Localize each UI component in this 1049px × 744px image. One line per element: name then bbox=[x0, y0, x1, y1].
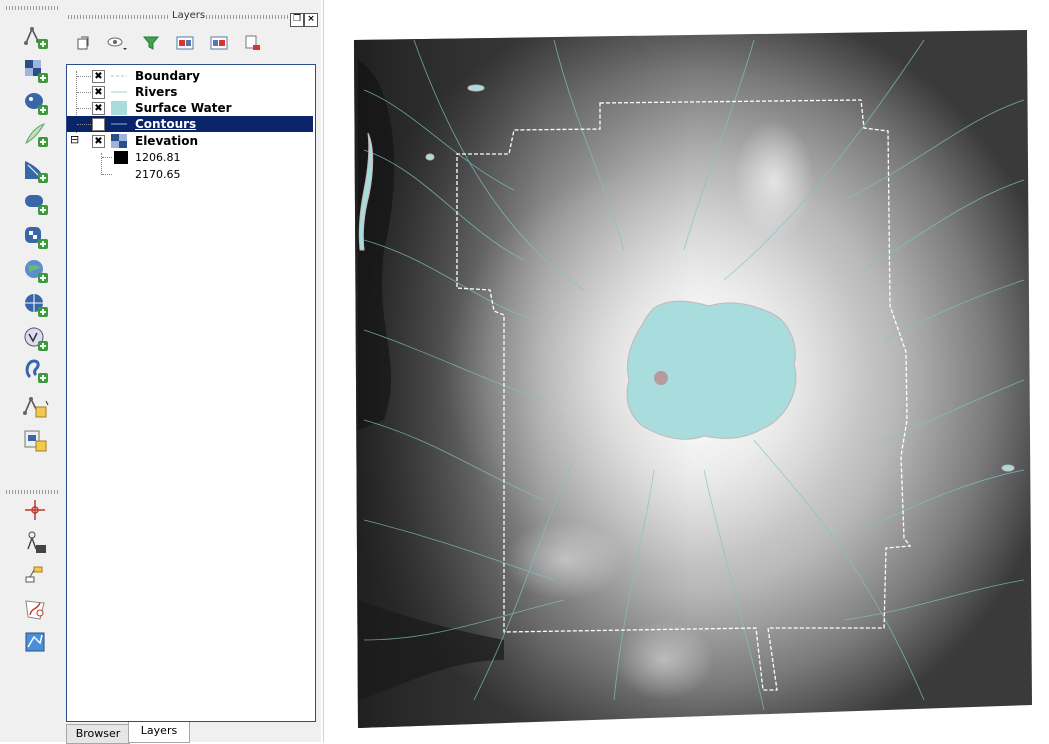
georeferencer-icon bbox=[25, 500, 45, 520]
new-vector-layer-icon bbox=[24, 27, 48, 49]
filter-legend-button[interactable] bbox=[140, 32, 162, 54]
digitize-button[interactable] bbox=[20, 596, 52, 626]
dock-tabs: Browser Layers bbox=[66, 722, 316, 744]
add-wms-layer-button[interactable] bbox=[20, 222, 52, 252]
float-button[interactable]: ❐ bbox=[290, 13, 304, 27]
add-wfs-layer-icon bbox=[25, 294, 48, 317]
layer-checkbox-surface-water[interactable]: ✖ bbox=[92, 102, 105, 115]
eye-icon bbox=[107, 37, 127, 50]
line-symbol-icon bbox=[111, 117, 127, 131]
legend-swatch-low bbox=[114, 151, 128, 164]
add-gpx-layer-button[interactable] bbox=[20, 356, 52, 386]
new-shapefile-layer-icon bbox=[23, 397, 49, 418]
layers-panel: Layers ❐ × ✖ Boundary ✖ Rivers ✖ Surface… bbox=[64, 0, 321, 744]
layers-tree[interactable]: ✖ Boundary ✖ Rivers ✖ Surface Water Cont… bbox=[66, 64, 316, 722]
remove-layer-button[interactable] bbox=[242, 32, 264, 54]
panel-titlebar: Layers bbox=[64, 8, 321, 24]
add-raster-layer-icon bbox=[25, 60, 48, 83]
measure-tool-button[interactable] bbox=[20, 528, 52, 558]
digitize-icon bbox=[25, 600, 45, 620]
layer-row-rivers[interactable]: ✖ Rivers bbox=[67, 84, 313, 100]
legend-value-low: 1206.81 bbox=[135, 151, 181, 164]
layer-name: Elevation bbox=[135, 134, 199, 148]
add-raster-layer-button[interactable] bbox=[20, 56, 52, 86]
legend-toolbar bbox=[70, 30, 315, 60]
add-gpx-layer-icon bbox=[25, 359, 48, 383]
open-layer-styling-button[interactable] bbox=[72, 32, 94, 54]
new-spatialite-layer-icon bbox=[24, 430, 47, 452]
layer-checkbox-rivers[interactable]: ✖ bbox=[92, 86, 105, 99]
add-mssql-layer-icon bbox=[25, 161, 48, 183]
legend-swatch-high bbox=[114, 168, 128, 181]
map-render[interactable] bbox=[324, 0, 1049, 742]
add-wcs-layer-button[interactable] bbox=[20, 256, 52, 286]
add-delimited-text-layer-icon bbox=[24, 327, 48, 351]
manage-visibility-button[interactable] bbox=[106, 32, 128, 54]
expand-all-icon bbox=[176, 36, 194, 50]
close-button[interactable]: × bbox=[304, 13, 318, 27]
add-mssql-layer-button[interactable] bbox=[20, 156, 52, 186]
add-spatialite-layer-icon bbox=[25, 123, 48, 147]
add-wfs-layer-button[interactable] bbox=[20, 290, 52, 320]
layer-row-contours[interactable]: Contours bbox=[67, 116, 313, 132]
expand-all-button[interactable] bbox=[174, 32, 196, 54]
layer-name: Boundary bbox=[135, 69, 200, 83]
measure-tool-icon bbox=[27, 531, 46, 553]
tab-layers[interactable]: Layers bbox=[128, 722, 190, 743]
add-feature-icon bbox=[25, 632, 45, 652]
open-styling-icon bbox=[77, 36, 89, 50]
georeferencer-button[interactable] bbox=[20, 496, 52, 526]
fill-symbol-icon bbox=[111, 101, 127, 115]
tab-browser[interactable]: Browser bbox=[66, 724, 130, 744]
map-canvas[interactable] bbox=[323, 0, 1049, 742]
layer-toolbar bbox=[0, 0, 65, 742]
add-oracle-layer-button[interactable] bbox=[20, 188, 52, 218]
collapse-all-icon bbox=[210, 36, 228, 50]
layer-row-boundary[interactable]: ✖ Boundary bbox=[67, 68, 313, 84]
line-symbol-icon bbox=[111, 85, 127, 99]
toolbar-grip-2[interactable] bbox=[6, 490, 58, 494]
layer-checkbox-boundary[interactable]: ✖ bbox=[92, 70, 105, 83]
collapse-toggle[interactable]: ⊟ bbox=[70, 133, 80, 146]
layer-name: Contours bbox=[135, 117, 197, 131]
layer-checkbox-elevation[interactable]: ✖ bbox=[92, 135, 105, 148]
layer-name: Rivers bbox=[135, 85, 178, 99]
panel-title: Layers bbox=[172, 10, 206, 21]
title-grip bbox=[68, 15, 168, 19]
legend-value-high: 2170.65 bbox=[135, 168, 181, 181]
filter-icon bbox=[143, 36, 159, 50]
node-tool-icon bbox=[25, 566, 43, 583]
add-postgis-layer-button[interactable] bbox=[20, 88, 52, 118]
add-spatialite-layer-button[interactable] bbox=[20, 120, 52, 150]
node-tool-button[interactable] bbox=[20, 562, 52, 592]
add-oracle-layer-icon bbox=[25, 195, 48, 215]
layer-name: Surface Water bbox=[135, 101, 232, 115]
remove-layer-icon bbox=[245, 35, 260, 50]
new-shapefile-layer-button[interactable] bbox=[20, 392, 52, 422]
layer-checkbox-contours[interactable] bbox=[92, 118, 105, 131]
collapse-all-button[interactable] bbox=[208, 32, 230, 54]
raster-layer-icon bbox=[111, 134, 127, 148]
layer-row-elevation[interactable]: ⊟ ✖ Elevation bbox=[67, 133, 313, 149]
new-vector-layer-button[interactable] bbox=[20, 22, 52, 52]
add-feature-button[interactable] bbox=[20, 628, 52, 658]
add-postgis-layer-icon bbox=[25, 93, 48, 115]
toolbar-grip[interactable] bbox=[6, 6, 58, 10]
line-symbol-icon bbox=[111, 69, 127, 83]
title-grip-right bbox=[206, 15, 290, 19]
add-wms-layer-icon bbox=[25, 227, 48, 249]
new-spatialite-layer-button[interactable] bbox=[20, 426, 52, 456]
add-wcs-layer-icon bbox=[25, 260, 48, 283]
add-delimited-text-layer-button[interactable] bbox=[20, 324, 52, 354]
layer-row-surface-water[interactable]: ✖ Surface Water bbox=[67, 100, 313, 116]
